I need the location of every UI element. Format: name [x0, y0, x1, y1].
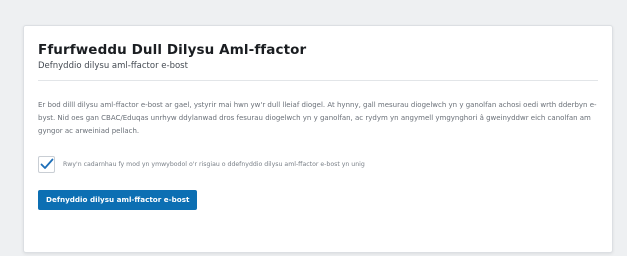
- consent-checkbox[interactable]: [38, 155, 55, 173]
- page-title: Ffurfweddu Dull Dilysu Aml-ffactor: [38, 42, 307, 58]
- use-email-mfa-button[interactable]: Defnyddio dilysu aml-ffactor e-bost: [38, 190, 198, 210]
- mfa-setup-card: Ffurfweddu Dull Dilysu Aml-ffactor Defny…: [23, 25, 613, 253]
- security-warning-text: Er bod dilll dilysu aml-ffactor e-bost a…: [38, 101, 597, 135]
- consent-checkbox-row[interactable]: Rwy'n cadarnhau fy mod yn ymwybodol o'r …: [38, 154, 365, 174]
- page-background: Ffurfweddu Dull Dilysu Aml-ffactor Defny…: [0, 0, 627, 256]
- consent-label: Rwy'n cadarnhau fy mod yn ymwybodol o'r …: [63, 160, 365, 168]
- checkmark-icon: [40, 158, 53, 169]
- divider: [38, 80, 598, 81]
- page-subtitle: Defnyddio dilysu aml-ffactor e-bost: [38, 61, 188, 71]
